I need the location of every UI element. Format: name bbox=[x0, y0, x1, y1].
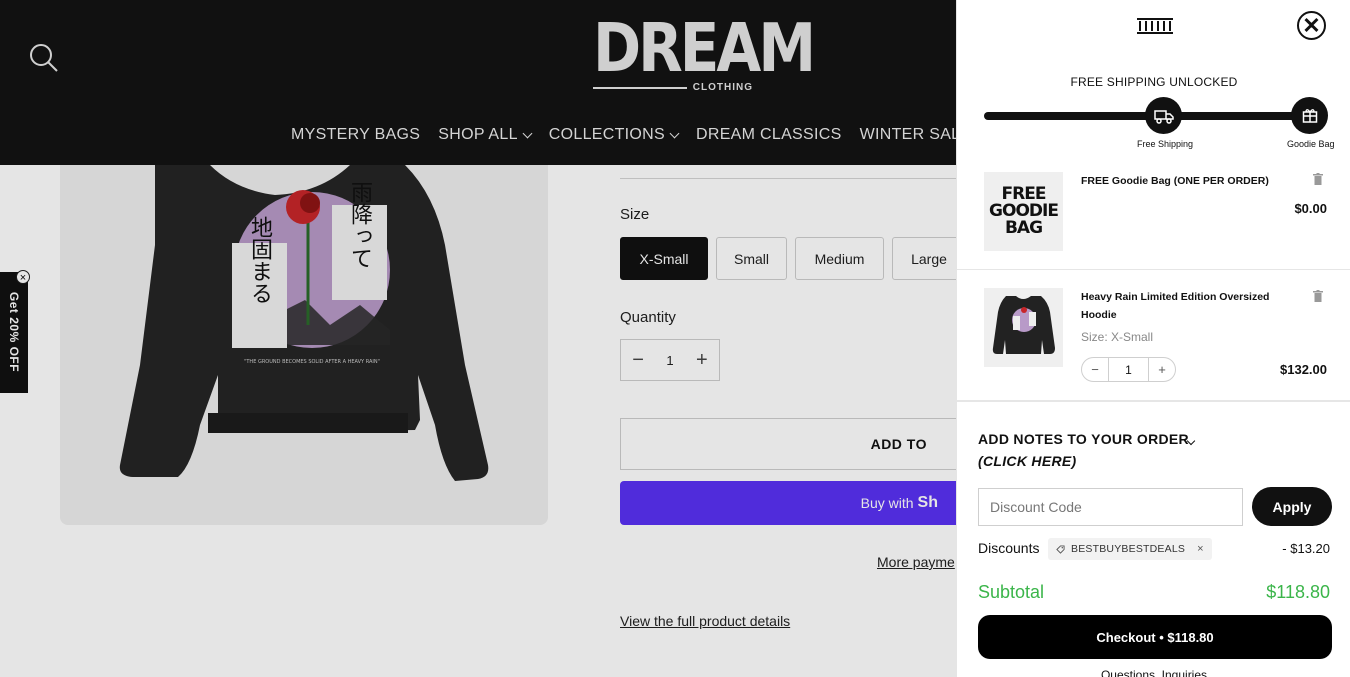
main-nav: MYSTERY BAGS SHOP ALL COLLECTIONS DREAM … bbox=[291, 126, 1000, 144]
cart-item-title[interactable]: Heavy Rain Limited Edition Oversized Hoo… bbox=[1081, 288, 1291, 324]
discount-amount: - $13.20 bbox=[1282, 541, 1330, 556]
milestone-label-free-shipping: Free Shipping bbox=[1137, 139, 1194, 149]
free-shipping-milestone bbox=[1145, 97, 1182, 134]
cart-item: Heavy Rain Limited Edition Oversized Hoo… bbox=[957, 278, 1350, 402]
remove-discount-button[interactable]: × bbox=[1197, 543, 1204, 555]
cart-item-variant: Size: X-Small bbox=[1081, 330, 1154, 344]
cart-item: FREE GOODIE BAG FREE Goodie Bag (ONE PER… bbox=[957, 170, 1350, 270]
nav-item-dream-classics[interactable]: DREAM CLASSICS bbox=[696, 126, 842, 144]
order-notes-toggle[interactable]: ADD NOTES TO YOUR ORDER (CLICK HERE) bbox=[978, 428, 1189, 472]
questions-link[interactable]: Questions, Inquiries bbox=[957, 668, 1350, 677]
discounts-label: Discounts bbox=[978, 540, 1040, 556]
cart-item-price: $0.00 bbox=[1294, 201, 1327, 216]
subtotal-value: $118.80 bbox=[1266, 582, 1330, 602]
page-overlay[interactable] bbox=[0, 165, 956, 677]
order-notes-title: ADD NOTES TO YOUR ORDER bbox=[978, 431, 1189, 447]
cart-drawer: ✕ FREE SHIPPING UNLOCKED Free Shipping G… bbox=[956, 0, 1350, 677]
cart-logo bbox=[1137, 18, 1173, 34]
cart-quantity-stepper: − 1 + bbox=[1081, 357, 1176, 382]
truck-icon bbox=[1153, 109, 1174, 124]
close-cart-button[interactable]: ✕ bbox=[1297, 11, 1326, 40]
hoodie-thumbnail[interactable] bbox=[984, 288, 1063, 367]
trash-icon[interactable] bbox=[1313, 290, 1323, 302]
nav-item-winter-sale[interactable]: WINTER SALE bbox=[860, 126, 972, 144]
nav-item-shop-all[interactable]: SHOP ALL bbox=[438, 126, 533, 144]
tag-icon bbox=[1056, 544, 1065, 554]
goodie-bag-thumbnail[interactable]: FREE GOODIE BAG bbox=[984, 172, 1063, 251]
site-logo[interactable]: DREAM CLOTHING bbox=[593, 13, 816, 93]
order-notes-subtitle: (CLICK HERE) bbox=[978, 453, 1077, 469]
subtotal-label: Subtotal bbox=[978, 582, 1045, 602]
discount-code-input[interactable] bbox=[978, 488, 1243, 526]
goodie-bag-milestone bbox=[1291, 97, 1328, 134]
trash-icon[interactable] bbox=[1313, 173, 1323, 185]
shipping-message: FREE SHIPPING UNLOCKED bbox=[1070, 75, 1238, 89]
cart-quantity-decrease[interactable]: − bbox=[1082, 362, 1108, 377]
chevron-down-icon bbox=[669, 128, 680, 138]
cart-quantity-increase[interactable]: + bbox=[1149, 362, 1175, 377]
nav-item-collections[interactable]: COLLECTIONS bbox=[549, 126, 680, 144]
milestone-label-goodie-bag: Goodie Bag bbox=[1287, 139, 1335, 149]
cart-item-title[interactable]: FREE Goodie Bag (ONE PER ORDER) bbox=[1081, 172, 1291, 190]
discount-code-text: BESTBUYBESTDEALS bbox=[1071, 543, 1186, 555]
gift-icon bbox=[1302, 108, 1317, 123]
chevron-down-icon bbox=[522, 128, 533, 138]
nav-item-mystery-bags[interactable]: MYSTERY BAGS bbox=[291, 126, 420, 144]
apply-discount-button[interactable]: Apply bbox=[1252, 487, 1332, 526]
cart-item-price: $132.00 bbox=[1280, 362, 1327, 377]
search-icon[interactable] bbox=[28, 42, 60, 74]
applied-discount-tag: BESTBUYBESTDEALS × bbox=[1048, 538, 1212, 560]
logo-word: DREAM bbox=[593, 8, 816, 88]
checkout-button[interactable]: Checkout • $118.80 bbox=[978, 615, 1332, 659]
cart-quantity-value[interactable]: 1 bbox=[1108, 358, 1149, 381]
